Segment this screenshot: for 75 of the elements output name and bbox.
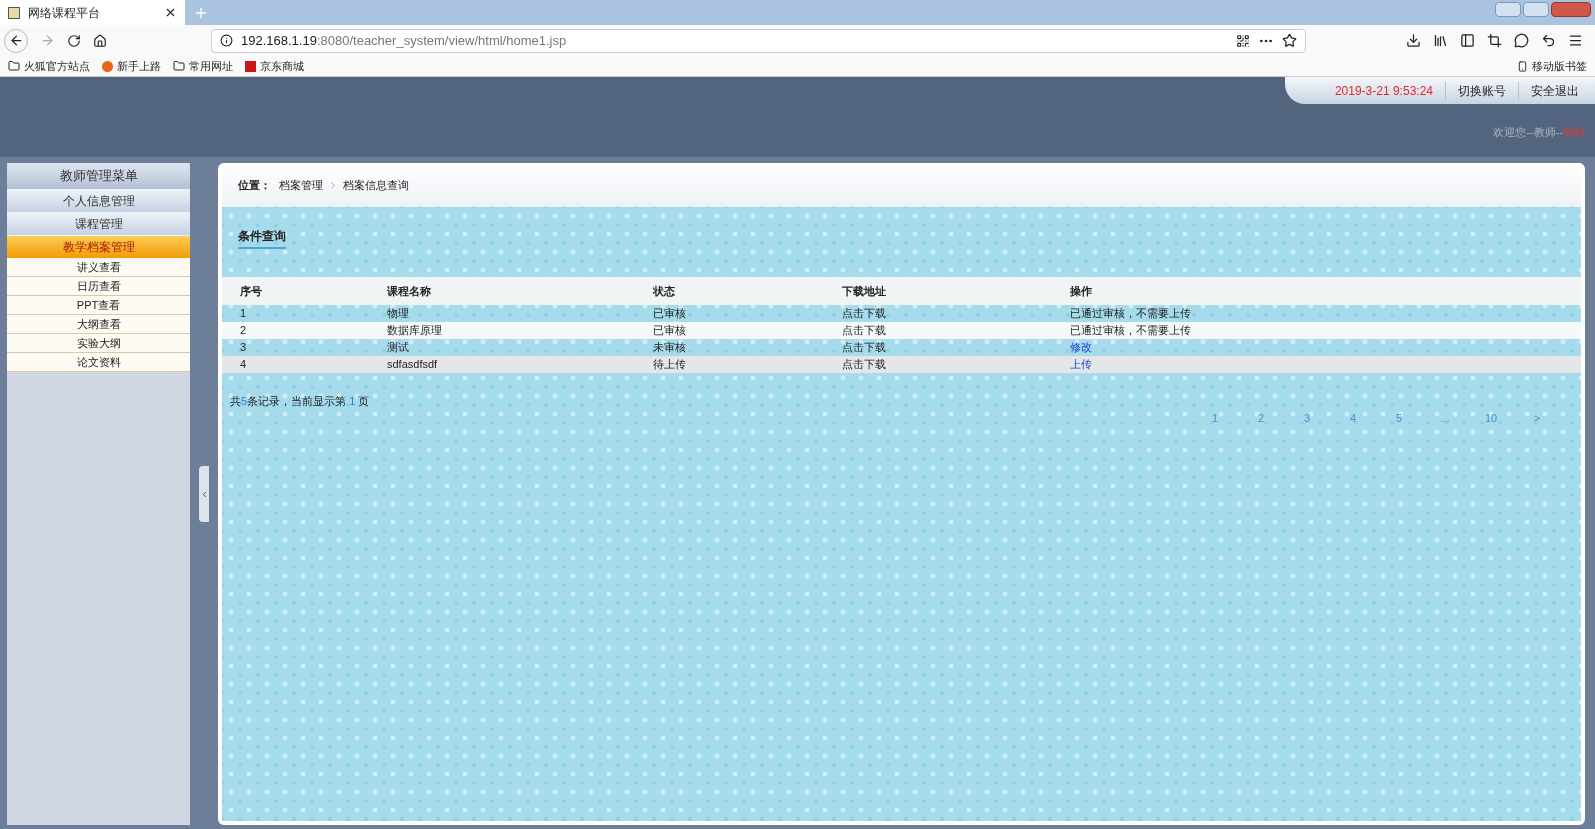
info-icon[interactable] xyxy=(220,34,233,47)
column-header: 课程名称 xyxy=(387,284,431,297)
bookmark-star-icon[interactable] xyxy=(1282,33,1297,48)
chat-icon[interactable] xyxy=(1514,33,1529,48)
download-link[interactable]: 点击下载 xyxy=(842,358,886,371)
folder-icon xyxy=(8,60,20,72)
column-header: 状态 xyxy=(653,284,675,297)
download-link[interactable]: 点击下载 xyxy=(842,307,886,320)
table-cell: 已审核 xyxy=(653,324,686,337)
sidebar-icon[interactable] xyxy=(1460,33,1475,48)
submenu-item[interactable]: 论文资料 xyxy=(7,353,190,372)
submenu-item[interactable]: 讲义查看 xyxy=(7,258,190,277)
menu-item[interactable]: 教学档案管理 xyxy=(7,235,190,258)
breadcrumb-label: 位置： xyxy=(238,177,271,193)
date-time: 2019-3-21 9:53:24 xyxy=(1333,82,1434,100)
breadcrumb-link[interactable]: 档案信息查询 xyxy=(343,176,409,194)
breadcrumb-link[interactable]: 档案管理 xyxy=(279,176,323,194)
header-link[interactable]: 切换账号 xyxy=(1445,81,1518,100)
library-icon[interactable] xyxy=(1433,33,1448,48)
record-summary: 共5条记录，当前显示第 1 页 xyxy=(230,394,370,409)
submenu-item[interactable]: 实验大纲 xyxy=(7,334,190,353)
browser-tab[interactable]: 网络课程平台 xyxy=(0,0,185,25)
table-cell: 待上传 xyxy=(653,358,686,371)
welcome-text: 欢迎您--教师-- xyxy=(1493,125,1563,140)
action-link[interactable]: 上传 xyxy=(1070,358,1092,371)
bookmark-link[interactable]: 火狐官方站点 xyxy=(24,57,90,75)
bookmark-link[interactable]: 移动版书签 xyxy=(1532,57,1587,75)
tab-title: 网络课程平台 xyxy=(28,4,101,22)
table-cell: 4 xyxy=(240,358,247,371)
table-cell: sdfasdfsdf xyxy=(387,358,438,371)
sidebar-title: 教师管理菜单 xyxy=(7,163,190,189)
undo-icon[interactable] xyxy=(1541,33,1556,48)
download-icon[interactable] xyxy=(1406,33,1421,48)
header-link[interactable]: 安全退出 xyxy=(1518,81,1591,100)
collapse-handle[interactable] xyxy=(199,466,209,522)
bookmark-link[interactable]: 新手上路 xyxy=(117,57,161,75)
user-name: 孙利 xyxy=(1563,125,1585,140)
bookmark-link[interactable]: 京东商城 xyxy=(260,57,304,75)
menu-item[interactable]: 个人信息管理 xyxy=(7,189,190,212)
table-cell: 数据库原理 xyxy=(387,324,442,337)
url-field[interactable]: 192.168.1.19:8080/teacher_system/view/html/home1.jsp xyxy=(211,28,1306,53)
table-cell: 2 xyxy=(240,324,247,337)
table-cell: 未审核 xyxy=(653,341,686,354)
column-header: 操作 xyxy=(1070,284,1092,297)
firefox-icon xyxy=(102,60,113,72)
home-icon[interactable] xyxy=(93,33,107,48)
tab-favicon-icon xyxy=(8,6,20,19)
menu-icon[interactable] xyxy=(1568,33,1583,48)
menu-item[interactable]: 课程管理 xyxy=(7,212,190,235)
table-cell: 已通过审核，不需要上传 xyxy=(1070,307,1191,320)
table-cell: 1 xyxy=(240,307,247,320)
column-header: 序号 xyxy=(240,284,262,297)
url-text: 192.168.1.19:8080/teacher_system/view/html/home1.jsp xyxy=(241,31,567,50)
column-header: 下载地址 xyxy=(842,284,886,297)
screenshot-icon[interactable] xyxy=(1487,33,1502,48)
submenu-item[interactable]: 大纲查看 xyxy=(7,315,190,334)
download-link[interactable]: 点击下载 xyxy=(842,324,886,337)
table-cell: 3 xyxy=(240,341,247,354)
table-cell: 物理 xyxy=(387,307,409,320)
phone-icon xyxy=(1517,60,1528,72)
close-icon[interactable] xyxy=(164,6,177,19)
download-link[interactable]: 点击下载 xyxy=(842,341,886,354)
reload-icon[interactable] xyxy=(67,33,81,48)
action-link[interactable]: 修改 xyxy=(1070,341,1092,354)
bookmark-link[interactable]: 常用网址 xyxy=(189,57,233,75)
section-title: 条件查询 xyxy=(238,229,286,249)
jd-logo-icon xyxy=(245,60,256,72)
submenu-item[interactable]: PPT查看 xyxy=(7,296,190,315)
table-cell: 已审核 xyxy=(653,307,686,320)
qr-code-icon[interactable] xyxy=(1236,33,1250,48)
submenu-item[interactable]: 日历查看 xyxy=(7,277,190,296)
table-cell: 测试 xyxy=(387,341,409,354)
folder-icon xyxy=(173,60,185,72)
table-cell: 已通过审核，不需要上传 xyxy=(1070,324,1191,337)
chevron-right-icon xyxy=(331,181,335,189)
